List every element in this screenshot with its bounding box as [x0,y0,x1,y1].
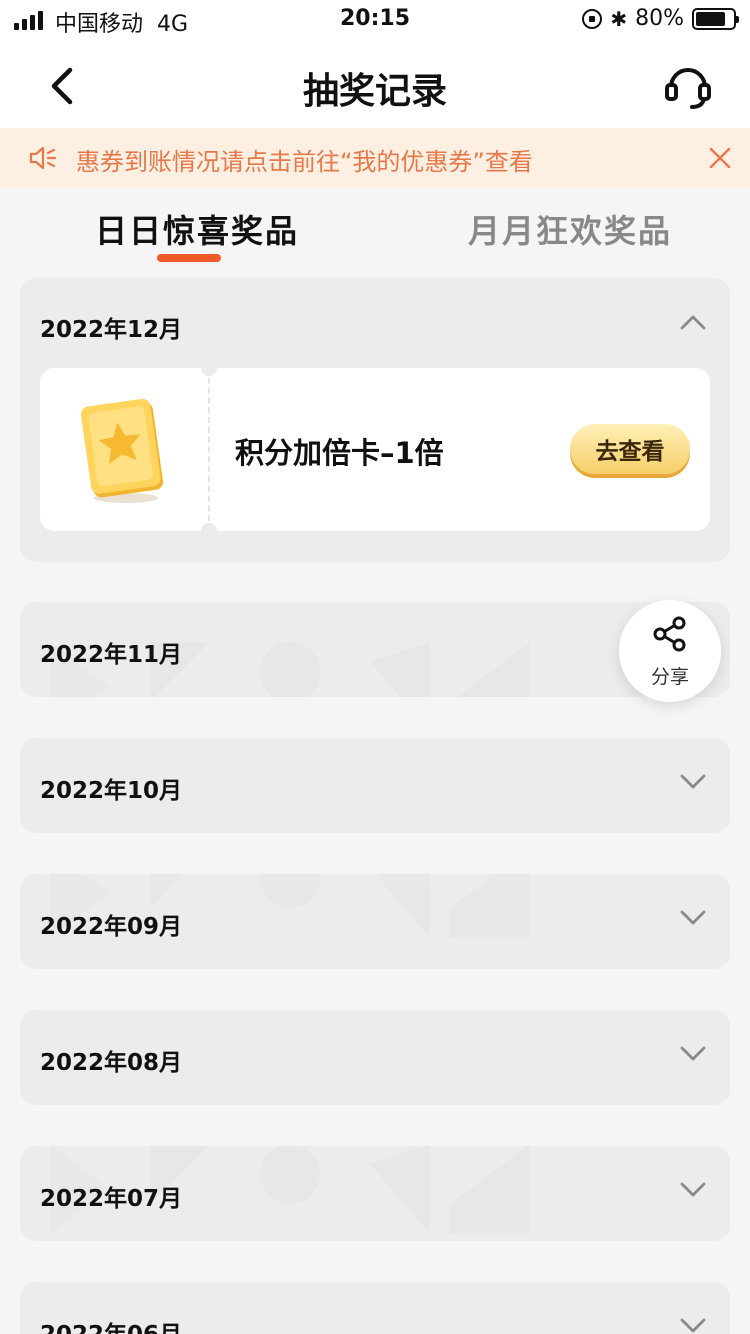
month-label: 2022年06月 [40,1315,182,1334]
nav-bar: 抽奖记录 [0,40,750,128]
notice-bar[interactable]: 惠券到账情况请点击前往“我的优惠券”查看 [0,128,750,188]
prize-tabs: 日日惊喜奖品 月月狂欢奖品 [0,188,750,268]
ticket-notch [201,523,217,539]
active-tab-indicator [157,254,221,262]
chevron-down-icon[interactable] [680,1317,706,1334]
speaker-icon [29,146,57,170]
month-label: 2022年12月 [40,317,183,343]
view-prize-button[interactable]: 去查看 [570,424,690,474]
chevron-down-icon[interactable] [680,1181,706,1199]
month-section[interactable]: 2022年07月 [20,1146,730,1241]
battery-icon [692,7,739,30]
customer-service-button[interactable] [662,60,714,112]
headset-icon [665,68,711,109]
share-button[interactable]: 分享 [619,600,721,702]
month-section: 2022年12月 积分加倍卡–1倍 去查看 [20,278,730,562]
share-label: 分享 [650,666,689,688]
chevron-down-icon[interactable] [680,1045,706,1063]
battery-percent: 80% [635,6,684,31]
close-icon[interactable] [706,144,734,172]
share-icon [653,616,686,652]
month-section[interactable]: 2022年06月 [20,1282,730,1334]
month-label: 2022年11月 [40,642,183,668]
ticket-notch [201,360,217,376]
month-section[interactable]: 2022年10月 [20,738,730,833]
month-label: 2022年08月 [40,1050,183,1076]
status-indicators: ✱ 80% [582,6,739,31]
tab-monthly-prizes[interactable]: 月月狂欢奖品 [468,206,672,252]
page-title: 抽奖记录 [302,71,447,112]
month-label: 2022年10月 [40,778,183,804]
prize-card: 积分加倍卡–1倍 去查看 [40,360,710,539]
month-section[interactable]: 2022年09月 [20,874,730,969]
tab-daily-prizes[interactable]: 日日惊喜奖品 [95,206,299,252]
bluetooth-icon: ✱ [610,6,628,31]
month-section[interactable]: 2022年08月 [20,1010,730,1105]
chevron-down-icon[interactable] [680,909,706,927]
month-label: 2022年07月 [40,1186,183,1212]
ticket-divider [208,368,210,531]
month-label: 2022年09月 [40,914,183,940]
chevron-down-icon[interactable] [680,773,706,791]
rotation-lock-icon [582,8,603,29]
star-card-icon [80,398,164,503]
notice-text: 惠券到账情况请点击前往“我的优惠券”查看 [76,148,533,176]
status-bar: 中国移动 4G 20:15 ✱ 80% [0,0,750,40]
prize-name: 积分加倍卡–1倍 [235,436,444,470]
chevron-up-icon[interactable] [680,313,706,331]
